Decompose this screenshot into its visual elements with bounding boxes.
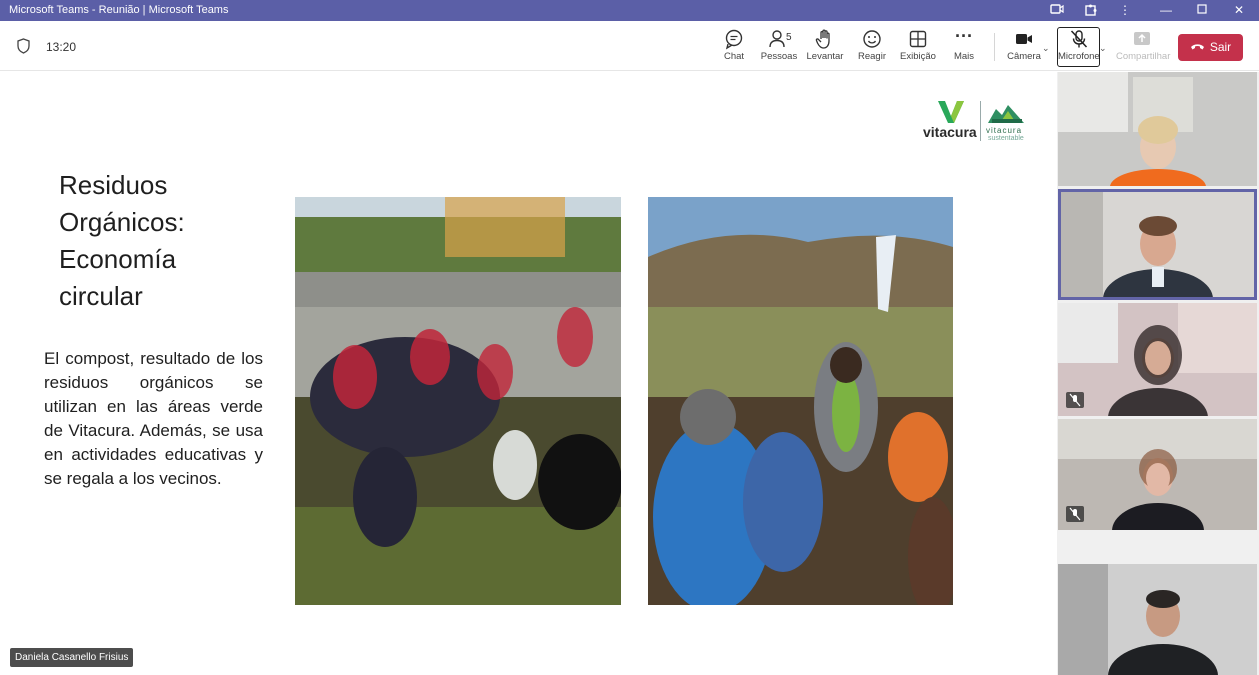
people-icon [757,28,801,50]
leave-button[interactable]: Sair [1178,34,1243,61]
microphone-button[interactable]: Microfone [1057,27,1100,67]
view-label: Exibição [900,51,936,62]
muted-microphone-icon [1058,28,1099,50]
extensions-icon[interactable] [1083,3,1099,17]
react-button[interactable]: Reagir [850,28,894,66]
video-icon[interactable] [1049,3,1065,17]
hand-icon [803,28,847,50]
logo-sub1: vitacura [986,126,1023,135]
share-label: Compartilhar [1116,51,1171,62]
participant-tile-active-speaker[interactable] [1058,189,1257,300]
presenter-name-tag: Daniela Casanello Frisius [10,648,134,667]
meeting-time: 13:20 [46,40,77,54]
view-button[interactable]: Exibição [896,28,940,66]
participant-gallery [1057,72,1259,675]
people-button[interactable]: 5 Pessoas [757,28,801,66]
logo-divider [980,101,981,141]
shared-content-stage: vitacura vitacura sustentable Residuos O… [0,72,1057,675]
chat-button[interactable]: Chat [712,28,756,66]
participant-tile[interactable] [1058,564,1257,675]
more-options-icon[interactable]: ⋮ [1117,3,1133,17]
grid-view-icon [896,28,940,50]
hang-up-phone-icon [1190,34,1205,61]
leave-label: Sair [1209,40,1232,54]
microphone-label: Microfone [1058,51,1100,62]
camera-button[interactable]: Câmera [1002,28,1046,66]
photo-planting-hillside [648,197,953,605]
slide-title: Residuos Orgánicos: Economía circular [59,170,185,311]
participant-tile[interactable] [1058,72,1257,186]
chat-icon [712,28,756,50]
more-label: Mais [953,51,975,62]
close-icon[interactable]: ✕ [1231,3,1247,17]
chat-label: Chat [723,51,745,62]
shield-icon [16,38,31,54]
meeting-toolbar: 13:20 Chat 5 Pessoas Levantar Reagir Exi… [0,21,1259,71]
camera-label: Câmera [1007,51,1041,62]
minimize-icon[interactable]: — [1158,3,1174,17]
raise-hand-label: Levantar [806,51,844,62]
window-title: Microsoft Teams - Reunião | Microsoft Te… [9,4,229,16]
participant-tile[interactable] [1058,419,1257,530]
share-tray-icon [1116,28,1168,50]
toolbar-divider [994,33,995,61]
vitacura-logo: vitacura vitacura sustentable [920,99,1030,144]
share-button[interactable]: Compartilhar [1116,28,1171,66]
more-icon: ··· [955,26,973,46]
raise-hand-button[interactable]: Levantar [803,28,847,66]
people-count: 5 [786,32,792,43]
participant-tile[interactable] [1058,303,1257,416]
people-label: Pessoas [760,51,798,62]
camera-options-chevron-icon[interactable]: ⌄ [1042,43,1050,54]
smiley-icon [850,28,894,50]
logo-sub2: sustentable [988,135,1024,142]
react-label: Reagir [858,51,886,62]
muted-microphone-icon [1066,506,1084,522]
mic-options-chevron-icon[interactable]: ⌄ [1099,43,1107,54]
window-titlebar: Microsoft Teams - Reunião | Microsoft Te… [0,0,1259,21]
camera-icon [1002,28,1046,50]
maximize-icon[interactable] [1194,3,1210,17]
slide-body-text: El compost, resultado de los residuos or… [44,349,263,488]
muted-microphone-icon [1066,392,1084,408]
photo-children-compost [295,197,621,605]
logo-name: vitacura [923,124,977,140]
more-button[interactable]: ··· Mais [942,26,986,66]
